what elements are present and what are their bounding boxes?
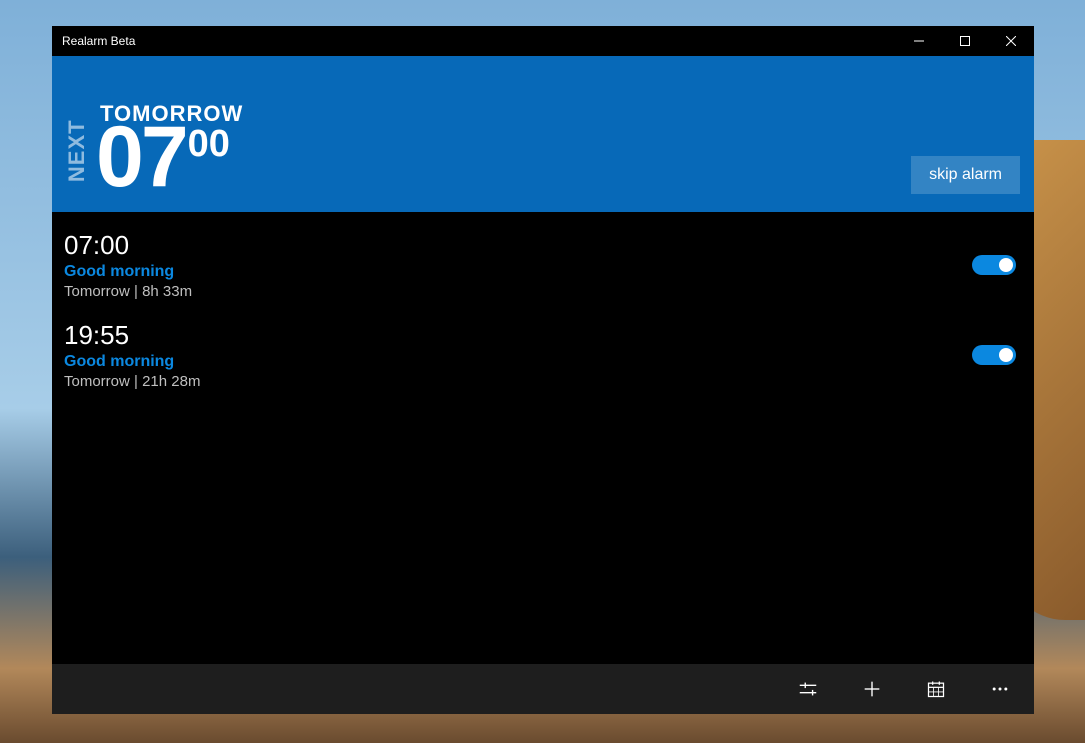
next-time-wrap: TOMORROW 07 00 xyxy=(96,101,243,194)
alarm-row[interactable]: 19:55 Good morning Tomorrow | 21h 28m xyxy=(52,310,1034,400)
alarm-time: 19:55 xyxy=(64,320,200,351)
alarm-info: 07:00 Good morning Tomorrow | 8h 33m xyxy=(64,230,192,300)
alarm-label: Good morning xyxy=(64,263,192,281)
close-button[interactable] xyxy=(988,26,1034,56)
alarm-label: Good morning xyxy=(64,353,200,371)
skip-alarm-button[interactable]: skip alarm xyxy=(911,156,1020,194)
sliders-icon xyxy=(797,678,819,700)
alarm-toggle[interactable] xyxy=(972,255,1016,275)
window-title: Realarm Beta xyxy=(62,34,135,48)
next-alarm-block: NEXT TOMORROW 07 00 xyxy=(66,101,243,194)
title-bar: Realarm Beta xyxy=(52,26,1034,56)
more-icon xyxy=(990,679,1010,699)
more-button[interactable] xyxy=(986,675,1014,703)
alarm-list: 07:00 Good morning Tomorrow | 8h 33m 19:… xyxy=(52,212,1034,664)
alarm-toggle[interactable] xyxy=(972,345,1016,365)
alarm-time: 07:00 xyxy=(64,230,192,261)
next-hour: 07 xyxy=(96,121,186,194)
window-controls xyxy=(896,26,1034,56)
plus-icon xyxy=(861,678,883,700)
alarm-schedule: Tomorrow | 8h 33m xyxy=(64,283,192,300)
next-label: NEXT xyxy=(66,101,88,194)
alarm-schedule: Tomorrow | 21h 28m xyxy=(64,373,200,390)
settings-sliders-button[interactable] xyxy=(794,675,822,703)
calendar-button[interactable] xyxy=(922,675,950,703)
next-alarm-header: NEXT TOMORROW 07 00 skip alarm xyxy=(52,56,1034,212)
maximize-button[interactable] xyxy=(942,26,988,56)
calendar-icon xyxy=(926,679,946,699)
minimize-button[interactable] xyxy=(896,26,942,56)
command-bar xyxy=(52,664,1034,714)
app-window: Realarm Beta NEXT TOMORROW 07 00 s xyxy=(52,26,1034,714)
next-time: 07 00 xyxy=(96,121,243,194)
add-alarm-button[interactable] xyxy=(858,675,886,703)
alarm-info: 19:55 Good morning Tomorrow | 21h 28m xyxy=(64,320,200,390)
close-icon xyxy=(1006,36,1016,46)
minimize-icon xyxy=(914,36,924,46)
next-minute: 00 xyxy=(188,123,230,166)
alarm-row[interactable]: 07:00 Good morning Tomorrow | 8h 33m xyxy=(52,220,1034,310)
maximize-icon xyxy=(960,36,970,46)
